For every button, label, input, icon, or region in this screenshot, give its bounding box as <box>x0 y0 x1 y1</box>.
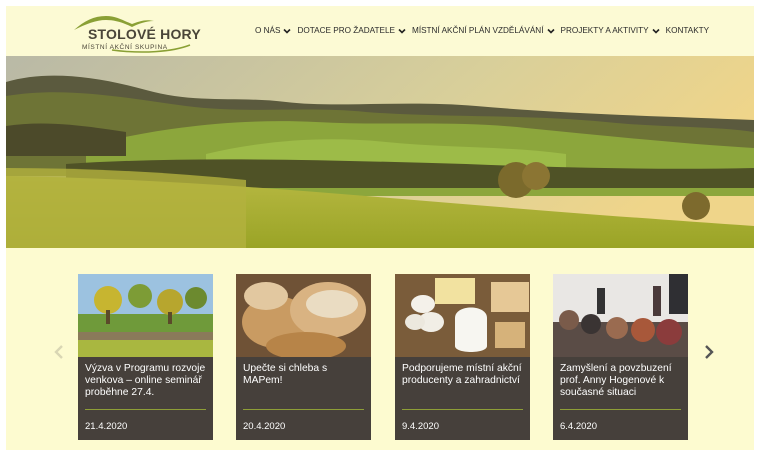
news-card-date: 21.4.2020 <box>85 421 128 432</box>
site-header: STOLOVÉ HORY MÍSTNÍ AKČNÍ SKUPINA O NÁS … <box>6 6 754 58</box>
nav-item-label: PROJEKTY A AKTIVITY <box>560 26 649 35</box>
news-card[interactable]: Výzva v Programu rozvoje venkova – onlin… <box>78 274 213 440</box>
logo-subtitle: MÍSTNÍ AKČNÍ SKUPINA <box>82 44 168 51</box>
page: STOLOVÉ HORY MÍSTNÍ AKČNÍ SKUPINA O NÁS … <box>6 6 754 450</box>
news-card-date: 6.4.2020 <box>560 421 597 432</box>
nav-item-projekty[interactable]: PROJEKTY A AKTIVITY <box>561 26 662 35</box>
news-card-title: Podporujeme místní akční producenty a za… <box>402 363 522 386</box>
news-card-date: 9.4.2020 <box>402 421 439 432</box>
divider <box>243 409 364 410</box>
nav-item-dotace[interactable]: DOTACE PRO ŽADATELE <box>297 26 408 35</box>
nav-item-label: KONTAKTY <box>665 26 710 35</box>
chevron-down-icon <box>283 28 292 34</box>
logo-name: STOLOVÉ HORY <box>88 26 201 42</box>
chevron-down-icon <box>546 28 555 34</box>
nav-item-label: DOTACE PRO ŽADATELE <box>297 26 395 35</box>
dairy-products-photo <box>395 274 530 357</box>
chevron-right-icon[interactable] <box>702 344 716 360</box>
news-carousel: Výzva v Programu rozvoje venkova – onlin… <box>6 248 754 450</box>
news-card[interactable]: Upečte si chleba s MAPem! 20.4.2020 <box>236 274 371 440</box>
divider <box>560 409 681 410</box>
bread-photo <box>236 274 371 357</box>
nav-item-label: MÍSTNÍ AKČNÍ PLÁN VZDĚLÁVÁNÍ <box>412 26 544 35</box>
news-card-title: Upečte si chleba s MAPem! <box>243 363 328 386</box>
lecture-audience-photo <box>553 274 688 357</box>
news-card-title: Výzva v Programu rozvoje venkova – onlin… <box>85 363 206 398</box>
news-card-date: 20.4.2020 <box>243 421 286 432</box>
news-card[interactable]: Podporujeme místní akční producenty a za… <box>395 274 530 440</box>
news-card[interactable]: Zamyšlení a povzbuzení prof. Anny Hogeno… <box>553 274 688 440</box>
site-logo[interactable]: STOLOVÉ HORY MÍSTNÍ AKČNÍ SKUPINA <box>72 12 201 54</box>
nav-item-o-nas[interactable]: O NÁS <box>255 26 293 35</box>
chevron-down-icon <box>652 28 660 34</box>
news-card-title: Zamyšlení a povzbuzení prof. Anny Hogeno… <box>560 363 672 398</box>
main-nav: O NÁS DOTACE PRO ŽADATELE MÍSTNÍ AKČNÍ P… <box>255 26 709 35</box>
divider <box>402 409 523 410</box>
nav-item-kontakty[interactable]: KONTAKTY <box>666 26 710 35</box>
divider <box>85 409 206 410</box>
landscape-illustration <box>6 56 754 248</box>
nav-item-label: O NÁS <box>255 26 281 35</box>
chevron-down-icon <box>398 28 406 34</box>
hero-landscape-image <box>6 56 754 248</box>
orchard-field-photo <box>78 274 213 357</box>
chevron-left-icon[interactable] <box>52 344 66 360</box>
nav-item-map-vzdelavani[interactable]: MÍSTNÍ AKČNÍ PLÁN VZDĚLÁVÁNÍ <box>412 26 557 35</box>
